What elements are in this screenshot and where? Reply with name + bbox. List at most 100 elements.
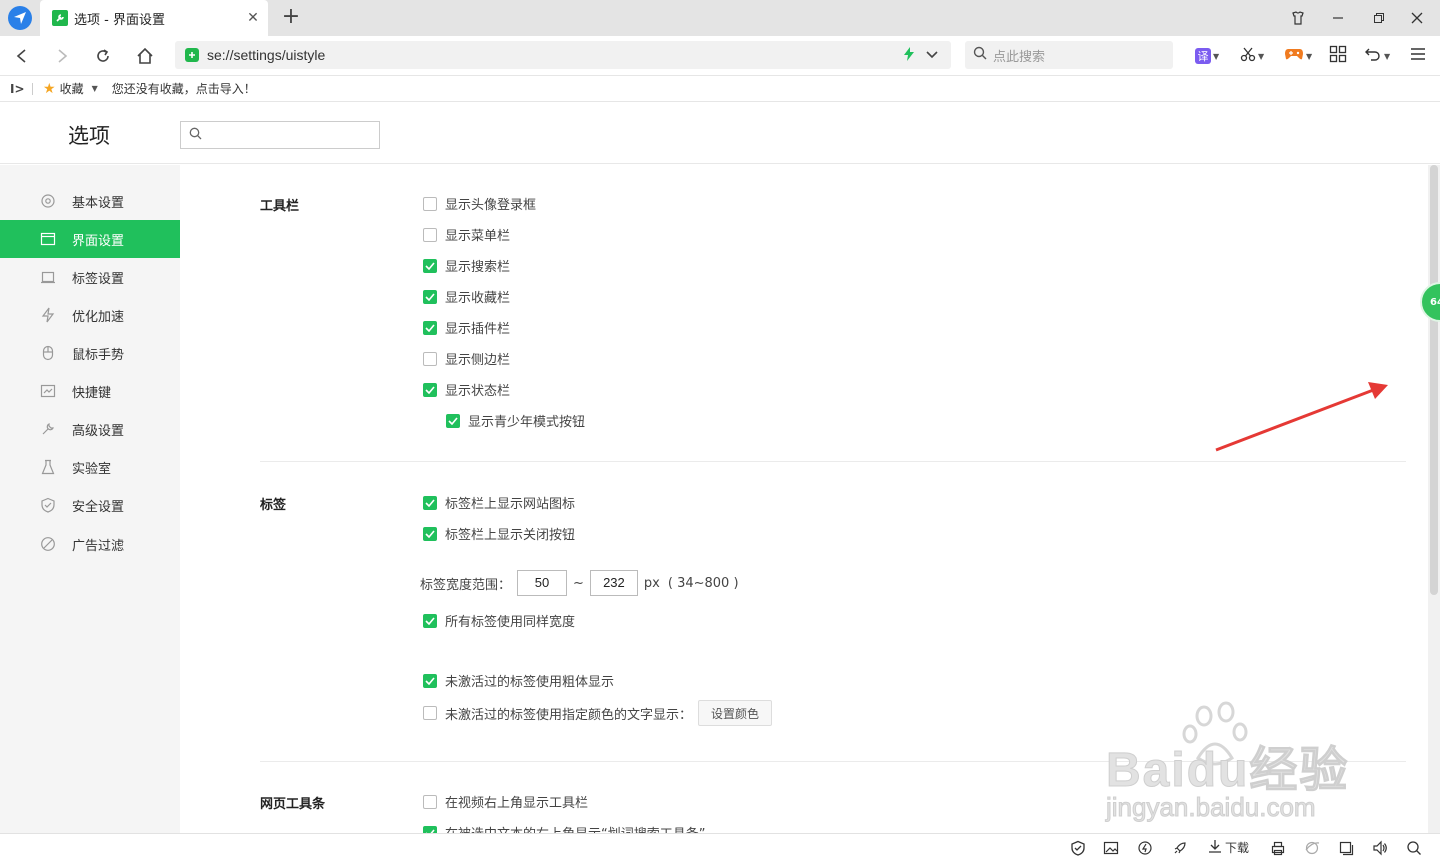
- restore-button[interactable]: [1366, 6, 1392, 30]
- sidebar-toggle-icon[interactable]: I>: [10, 82, 25, 96]
- option-label: 标签栏上显示网站图标: [445, 497, 576, 512]
- import-bookmarks-link[interactable]: 您还没有收藏，点击导入！: [112, 80, 256, 97]
- search-icon: [973, 46, 987, 64]
- apps-grid-button[interactable]: [1329, 44, 1347, 68]
- window-icon[interactable]: [1338, 840, 1354, 856]
- sidebar-item-mouse-gesture[interactable]: 鼠标手势: [0, 334, 180, 372]
- option-show-plugin-bar[interactable]: 显示插件栏: [423, 318, 510, 337]
- skin-icon[interactable]: [1285, 6, 1311, 30]
- forward-button[interactable]: [50, 44, 74, 68]
- option-show-teen-mode-button[interactable]: 显示青少年模式按钮: [446, 411, 585, 430]
- tab-title: 选项 - 界面设置: [74, 12, 165, 28]
- sidebar-item-adblock[interactable]: 广告过滤: [0, 525, 180, 563]
- undo-close-button[interactable]: ▼: [1364, 44, 1390, 68]
- scrollbar-thumb[interactable]: [1430, 165, 1438, 595]
- option-selection-search-toolbar[interactable]: 在被选中文本的右上角显示“划词搜索工具条”: [423, 823, 705, 833]
- option-show-side-bar[interactable]: 显示侧边栏: [423, 349, 510, 368]
- checkbox-checked[interactable]: [423, 526, 437, 541]
- sidebar-item-interface[interactable]: 界面设置: [0, 220, 180, 258]
- favorites-menu[interactable]: 收藏: [60, 80, 84, 97]
- close-icon[interactable]: ✕: [246, 11, 260, 25]
- set-color-button[interactable]: 设置颜色: [698, 700, 773, 726]
- search-input[interactable]: 点此搜索: [965, 41, 1173, 69]
- search-placeholder: 点此搜索: [993, 49, 1046, 65]
- zoom-icon[interactable]: [1406, 840, 1422, 856]
- game-button[interactable]: ▼: [1284, 44, 1312, 68]
- main-menu-button[interactable]: [1410, 44, 1426, 68]
- option-show-site-icon[interactable]: 标签栏上显示网站图标: [423, 493, 575, 512]
- scrollbar[interactable]: [1428, 165, 1440, 833]
- option-show-menu-bar[interactable]: 显示菜单栏: [423, 225, 510, 244]
- sidebar-item-optimize[interactable]: 优化加速: [0, 296, 180, 334]
- close-window-button[interactable]: [1404, 6, 1430, 30]
- search-icon: [189, 127, 202, 144]
- option-unvisited-bold[interactable]: 未激活过的标签使用粗体显示: [423, 671, 614, 690]
- checkbox[interactable]: [423, 794, 437, 809]
- address-bar[interactable]: se://settings/uistyle: [175, 41, 951, 69]
- chevron-down-icon: ▼: [1258, 51, 1265, 61]
- reload-button[interactable]: [91, 44, 115, 68]
- option-label: 显示插件栏: [445, 322, 511, 337]
- chevron-down-icon[interactable]: ▼: [92, 84, 98, 93]
- option-video-toolbar[interactable]: 在视频右上角显示工具栏: [423, 792, 588, 811]
- checkbox[interactable]: [423, 706, 437, 720]
- gear-icon: [40, 193, 56, 209]
- new-tab-button[interactable]: +: [280, 6, 302, 29]
- volume-icon[interactable]: [1372, 840, 1388, 856]
- option-label: 在被选中文本的右上角显示“划词搜索工具条”: [445, 823, 705, 833]
- sidebar-item-label: 安全设置: [72, 499, 125, 515]
- option-show-search-bar[interactable]: 显示搜索栏: [423, 256, 510, 275]
- checkbox-checked[interactable]: [423, 258, 437, 273]
- ie-mode-icon[interactable]: [1304, 840, 1320, 856]
- option-label: 标签栏上显示关闭按钮: [445, 528, 576, 543]
- checkbox-checked[interactable]: [423, 825, 437, 833]
- chevron-down-icon: ▼: [1306, 51, 1313, 61]
- speedup-icon[interactable]: [1137, 840, 1153, 856]
- option-label: 显示收藏栏: [445, 291, 511, 306]
- chevron-down-icon[interactable]: [925, 49, 939, 64]
- sidebar-item-label: 基本设置: [72, 195, 125, 211]
- lightning-icon[interactable]: [903, 47, 915, 65]
- tab-settings[interactable]: 选项 - 界面设置 ✕: [40, 0, 268, 36]
- sidebar-item-advanced[interactable]: 高级设置: [0, 410, 180, 448]
- option-show-favorites-bar[interactable]: 显示收藏栏: [423, 287, 510, 306]
- star-icon[interactable]: ★: [43, 81, 56, 97]
- checkbox-checked[interactable]: [423, 673, 437, 688]
- print-icon[interactable]: [1270, 840, 1286, 856]
- screenshot-button[interactable]: ▼: [1240, 44, 1264, 68]
- checkbox-checked[interactable]: [423, 320, 437, 335]
- back-button[interactable]: [10, 44, 34, 68]
- settings-search-input[interactable]: [180, 121, 380, 149]
- section-title-web-toolbar: 网页工具条: [260, 797, 326, 812]
- option-show-status-bar[interactable]: 显示状态栏: [423, 380, 510, 399]
- option-unvisited-color[interactable]: 未激活过的标签使用指定颜色的文字显示： 设置颜色: [423, 700, 773, 726]
- sidebar-item-shortcuts[interactable]: 快捷键: [0, 372, 180, 410]
- checkbox[interactable]: [423, 196, 437, 211]
- option-show-avatar-login[interactable]: 显示头像登录框: [423, 194, 536, 213]
- download-button[interactable]: 下载: [1208, 839, 1249, 856]
- checkbox-checked[interactable]: [423, 495, 437, 510]
- checkbox-checked[interactable]: [446, 413, 460, 428]
- checkbox-checked[interactable]: [423, 382, 437, 397]
- checkbox-checked[interactable]: [423, 289, 437, 304]
- option-same-width[interactable]: 所有标签使用同样宽度: [423, 611, 575, 630]
- sidebar-item-lab[interactable]: 实验室: [0, 448, 180, 486]
- home-button[interactable]: [133, 44, 157, 68]
- tab-width-max-input[interactable]: 232: [589, 570, 638, 596]
- image-icon[interactable]: [1103, 840, 1119, 856]
- translate-icon: 译: [1195, 48, 1211, 64]
- minimize-button[interactable]: [1325, 6, 1351, 30]
- option-show-close-button[interactable]: 标签栏上显示关闭按钮: [423, 524, 575, 543]
- checkbox[interactable]: [423, 351, 437, 366]
- translate-button[interactable]: 译 ▼: [1195, 44, 1219, 68]
- shield-icon[interactable]: [1070, 840, 1086, 856]
- sidebar-item-security[interactable]: 安全设置: [0, 486, 180, 524]
- checkbox-checked[interactable]: [423, 613, 437, 628]
- browser-logo-icon[interactable]: [8, 6, 32, 30]
- checkbox[interactable]: [423, 227, 437, 242]
- tab-width-min-input[interactable]: 50: [517, 570, 568, 596]
- sidebar-item-basic[interactable]: 基本设置: [0, 182, 180, 220]
- rocket-icon[interactable]: [1172, 840, 1188, 856]
- sidebar-item-tabs[interactable]: 标签设置: [0, 258, 180, 296]
- range-label: 标签宽度范围：: [420, 577, 512, 593]
